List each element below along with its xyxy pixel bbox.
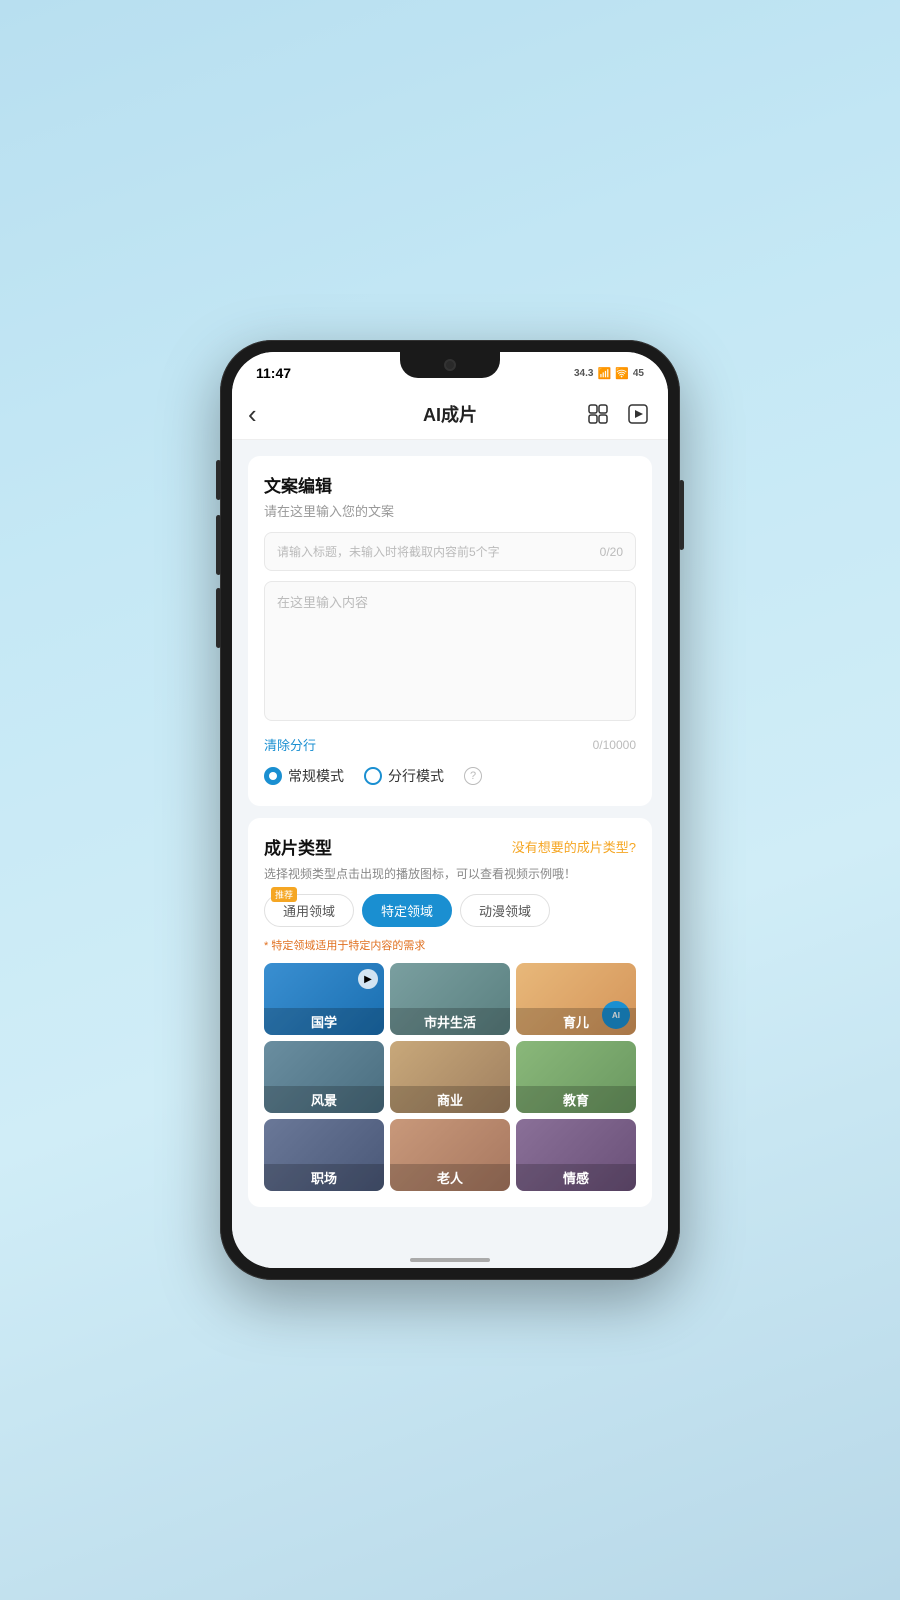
content-placeholder: 在这里输入内容 [277,595,368,610]
play-icon[interactable] [624,400,652,428]
category-yuer[interactable]: AI 育儿 [516,963,636,1035]
qinggan-label: 情感 [516,1164,636,1191]
title-placeholder: 请输入标题，未输入时将截取内容前5个字 [277,543,600,560]
clear-button[interactable]: 清除分行 [264,735,316,754]
split-mode-label: 分行模式 [388,766,444,786]
category-guoxue[interactable]: ▶ 国学 [264,963,384,1035]
status-time: 11:47 [256,365,291,381]
phone-outer: 11:47 34.3 📶 🛜 45 ‹ AI成片 [220,340,680,1280]
word-count: 0/10000 [593,738,636,752]
title-count: 0/20 [600,545,623,559]
category-shijing[interactable]: 市井生活 [390,963,510,1035]
top-navigation: ‹ AI成片 [232,388,668,440]
zhichang-label: 职场 [264,1164,384,1191]
type-description: 选择视频类型点击出现的播放图标，可以查看视频示例哦！ [264,865,636,882]
domain-hint: * 特定领域适用于特定内容的需求 [264,937,636,953]
category-zhichang[interactable]: 职场 [264,1119,384,1191]
split-mode-option[interactable]: 分行模式 [364,766,444,786]
volume-up-button [216,515,221,575]
category-fengjing[interactable]: 风景 [264,1041,384,1113]
title-input-row[interactable]: 请输入标题，未输入时将截取内容前5个字 0/20 [264,532,636,571]
split-mode-radio[interactable] [364,767,382,785]
help-icon[interactable]: ? [464,767,482,785]
nav-actions [584,400,652,428]
content-input[interactable]: 在这里输入内容 [264,581,636,721]
phone-content[interactable]: 文案编辑 请在这里输入您的文案 请输入标题，未输入时将截取内容前5个字 0/20… [232,440,668,1268]
battery-icon: 45 [633,368,644,379]
category-grid: ▶ 国学 市井生活 AI [264,963,636,1191]
signal-icon: 📶 [597,367,611,380]
volume-down-button [216,588,221,648]
category-laoren[interactable]: 老人 [390,1119,510,1191]
tab-anime[interactable]: 动漫领域 [460,894,550,927]
back-button[interactable]: ‹ [248,401,280,427]
category-shangye[interactable]: 商业 [390,1041,510,1113]
home-indicator [410,1258,490,1262]
notch [400,352,500,378]
gallery-icon[interactable] [584,400,612,428]
fengjing-label: 风景 [264,1086,384,1113]
guoxue-label: 国学 [264,1008,384,1035]
jiaoyu-label: 教育 [516,1086,636,1113]
type-title: 成片类型 [264,834,332,859]
silent-button [216,460,221,500]
yuer-label: 育儿 [516,1008,636,1035]
tab-general[interactable]: 通用领域 [264,894,354,927]
type-tabs: 通用领域 特定领域 动漫领域 [264,894,636,927]
status-icons: 34.3 📶 🛜 45 [574,367,644,380]
category-jiaoyu[interactable]: 教育 [516,1041,636,1113]
power-button [679,480,684,550]
copy-section-title: 文案编辑 [264,472,636,497]
copy-section-hint: 请在这里输入您的文案 [264,501,636,520]
laoren-label: 老人 [390,1164,510,1191]
category-qinggan[interactable]: 情感 [516,1119,636,1191]
copy-edit-section: 文案编辑 请在这里输入您的文案 请输入标题，未输入时将截取内容前5个字 0/20… [248,456,652,806]
type-header: 成片类型 没有想要的成片类型? [264,834,636,859]
phone-screen: 11:47 34.3 📶 🛜 45 ‹ AI成片 [232,352,668,1268]
nav-title: AI成片 [423,401,477,427]
video-type-section: 成片类型 没有想要的成片类型? 选择视频类型点击出现的播放图标，可以查看视频示例… [248,818,652,1207]
shangye-label: 商业 [390,1086,510,1113]
normal-mode-label: 常规模式 [288,766,344,786]
type-link[interactable]: 没有想要的成片类型? [512,837,636,856]
mode-selector: 常规模式 分行模式 ? [264,754,636,790]
camera [444,359,456,371]
shijing-label: 市井生活 [390,1008,510,1035]
normal-mode-option[interactable]: 常规模式 [264,766,344,786]
phone-mockup: 11:47 34.3 📶 🛜 45 ‹ AI成片 [220,340,680,1520]
network-speed: 34.3 [574,368,593,379]
play-button-guoxue[interactable]: ▶ [358,969,378,989]
input-footer: 清除分行 0/10000 [264,731,636,754]
wifi-icon: 🛜 [615,367,629,380]
normal-mode-radio[interactable] [264,767,282,785]
tab-specific[interactable]: 特定领域 [362,894,452,927]
